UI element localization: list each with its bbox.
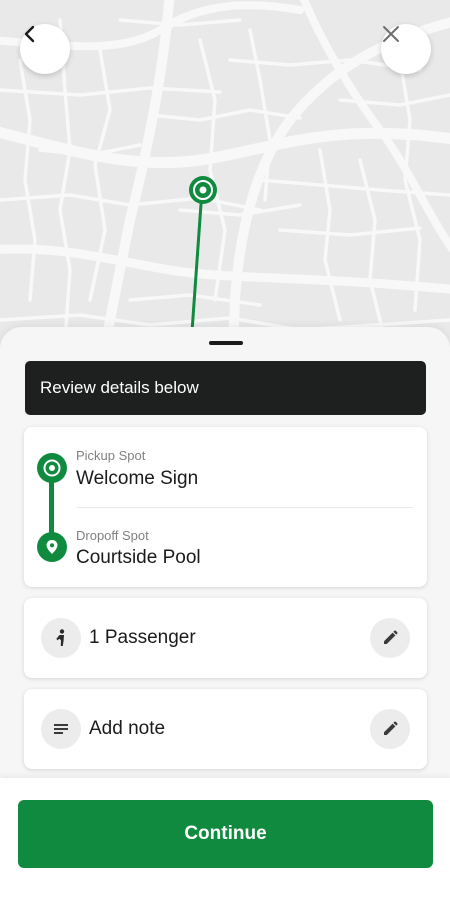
chevron-left-icon — [24, 25, 35, 43]
review-banner: Review details below — [25, 361, 426, 415]
notes-icon — [41, 709, 81, 749]
sheet-drag-handle[interactable] — [209, 341, 243, 345]
back-button[interactable] — [20, 24, 70, 74]
add-note-label: Add note — [89, 718, 166, 739]
pencil-icon — [384, 630, 398, 644]
edit-note-button[interactable] — [370, 709, 410, 749]
pencil-icon — [384, 721, 398, 735]
edit-passengers-button[interactable] — [370, 618, 410, 658]
dropoff-label: Dropoff Spot — [76, 528, 149, 543]
route-card: Pickup Spot Welcome Sign Dropoff Spot Co… — [24, 427, 427, 587]
pickup-pin-icon — [37, 453, 67, 483]
dropoff-pin-icon — [37, 532, 67, 562]
note-row[interactable]: Add note — [24, 689, 427, 769]
person-icon — [41, 618, 81, 658]
close-button[interactable] — [381, 24, 431, 74]
close-icon — [383, 26, 399, 42]
map-view[interactable] — [0, 0, 450, 360]
pickup-map-marker-icon — [189, 176, 217, 204]
passenger-count: 1 Passenger — [89, 627, 196, 648]
pickup-label: Pickup Spot — [76, 448, 146, 463]
passenger-row[interactable]: 1 Passenger — [24, 598, 427, 678]
footer-bar: Continue — [0, 778, 450, 900]
dropoff-spot-name: Courtside Pool — [76, 547, 201, 568]
pickup-spot-name: Welcome Sign — [76, 468, 199, 489]
route-divider — [76, 507, 413, 508]
continue-button[interactable]: Continue — [18, 800, 433, 868]
